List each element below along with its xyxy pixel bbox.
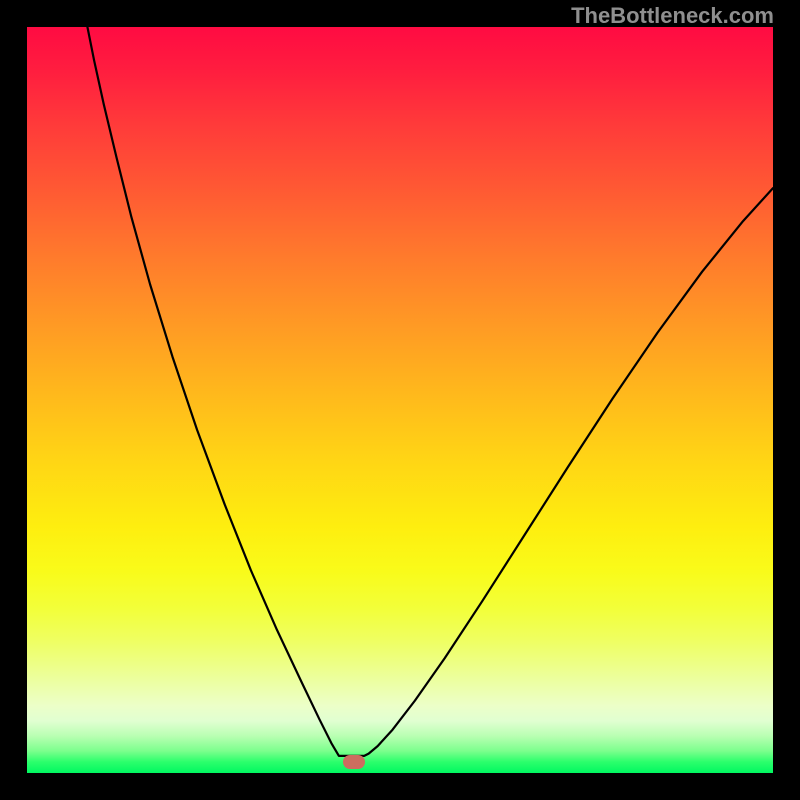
bottleneck-curve — [27, 27, 773, 773]
stage: TheBottleneck.com — [0, 0, 800, 800]
watermark-text: TheBottleneck.com — [571, 3, 774, 29]
plot-area — [27, 27, 773, 773]
valley-marker — [343, 755, 365, 769]
